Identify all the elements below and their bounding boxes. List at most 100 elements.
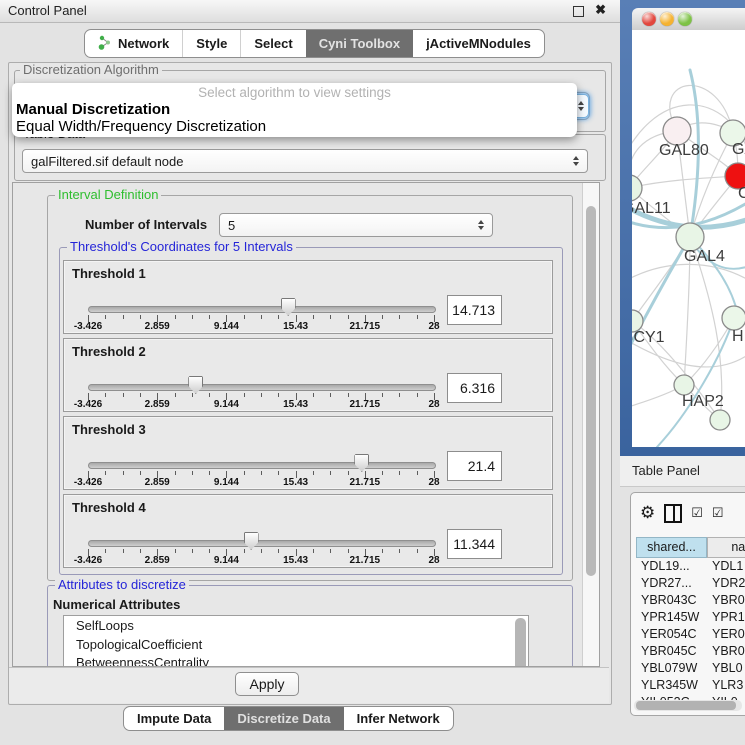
float-window-icon[interactable] bbox=[573, 6, 584, 17]
attribute-item[interactable]: TopologicalCoefficient bbox=[64, 635, 528, 654]
attribute-item[interactable]: BetweennessCentrality bbox=[64, 653, 528, 667]
threshold-value-field[interactable]: 21.4 bbox=[447, 451, 502, 481]
slider-tick bbox=[330, 549, 331, 553]
table-hscrollbar[interactable] bbox=[634, 700, 742, 711]
table-row[interactable]: YDL19...YDL1 bbox=[636, 558, 745, 575]
table-row[interactable]: YDR27...YDR2 bbox=[636, 575, 745, 592]
tab-infer-network[interactable]: Infer Network bbox=[344, 707, 453, 730]
table-cell[interactable]: YBR045C bbox=[636, 643, 707, 660]
table-cell[interactable]: YBR0 bbox=[707, 592, 745, 609]
tab-jactivemnodules[interactable]: jActiveMNodules bbox=[413, 30, 544, 57]
table-row[interactable]: YPR145WYPR1 bbox=[636, 609, 745, 626]
table-cell[interactable]: YER054C bbox=[636, 626, 707, 643]
apply-button[interactable]: Apply bbox=[235, 672, 299, 696]
number-of-intervals-combobox[interactable]: 5 bbox=[219, 213, 493, 237]
table-row[interactable]: YBL079WYBL0 bbox=[636, 660, 745, 677]
columns-icon[interactable] bbox=[664, 504, 682, 523]
network-node-gal4[interactable] bbox=[676, 223, 704, 251]
slider-thumb[interactable] bbox=[354, 454, 369, 472]
attribute-item[interactable]: SelfLoops bbox=[64, 616, 528, 635]
interval-definition-label: Interval Definition bbox=[55, 188, 161, 202]
table-cell[interactable]: YBR043C bbox=[636, 592, 707, 609]
tab-discretize-data[interactable]: Discretize Data bbox=[224, 707, 343, 730]
network-canvas[interactable]: GAL80GACGAL11GAL4GCY1HHAP2 bbox=[632, 30, 745, 447]
panel-title: Control Panel bbox=[8, 0, 87, 22]
network-node-hap2[interactable] bbox=[674, 375, 694, 395]
tab-select[interactable]: Select bbox=[240, 30, 305, 57]
slider-tick-label: 28 bbox=[428, 555, 439, 566]
minimize-button[interactable] bbox=[660, 12, 674, 26]
table-cell[interactable]: YBR0 bbox=[707, 643, 745, 660]
slider-track[interactable] bbox=[88, 462, 436, 469]
network-view-window[interactable]: GAL80GACGAL11GAL4GCY1HHAP2 bbox=[620, 0, 745, 456]
network-node-gal80[interactable] bbox=[663, 117, 691, 145]
slider-tick bbox=[313, 315, 314, 319]
threshold-slider[interactable]: -3.4262.8599.14415.4321.71528 bbox=[88, 339, 434, 413]
table-cell[interactable]: YDR27... bbox=[636, 575, 707, 592]
slider-tick bbox=[209, 549, 210, 553]
zoom-button[interactable] bbox=[678, 12, 692, 26]
slider-thumb[interactable] bbox=[188, 376, 203, 394]
slider-track[interactable] bbox=[88, 384, 436, 391]
close-button[interactable] bbox=[642, 12, 656, 26]
table-data-combobox[interactable]: galFiltered.sif default node bbox=[22, 149, 588, 173]
table-row[interactable]: YER054CYER0 bbox=[636, 626, 745, 643]
threshold-value-field[interactable]: 14.713 bbox=[447, 295, 502, 325]
column-header-name[interactable]: name bbox=[707, 537, 745, 558]
list-scrollbar-thumb[interactable] bbox=[515, 618, 526, 667]
slider-tick bbox=[140, 471, 141, 475]
table-row[interactable]: YBR043CYBR0 bbox=[636, 592, 745, 609]
algorithm-option[interactable]: Equal Width/Frequency Discretization bbox=[12, 118, 577, 135]
tab-label: Style bbox=[196, 36, 227, 51]
tab-network[interactable]: Network bbox=[85, 30, 182, 57]
slider-tick bbox=[382, 471, 383, 475]
threshold-slider[interactable]: -3.4262.8599.14415.4321.71528 bbox=[88, 261, 434, 335]
table-cell[interactable]: YPR1 bbox=[707, 609, 745, 626]
table-hscrollbar-thumb[interactable] bbox=[636, 701, 736, 710]
table-cell[interactable]: YDR2 bbox=[707, 575, 745, 592]
slider-tick bbox=[175, 393, 176, 397]
table-row[interactable]: YLR345WYLR3 bbox=[636, 677, 745, 694]
threshold-slider[interactable]: -3.4262.8599.14415.4321.71528 bbox=[88, 495, 434, 569]
threshold-slider[interactable]: -3.4262.8599.14415.4321.71528 bbox=[88, 417, 434, 491]
node-table: shared...name YDL19...YDL1YDR27...YDR2YB… bbox=[636, 537, 745, 700]
table-cell[interactable]: YLR345W bbox=[636, 677, 707, 694]
slider-tick bbox=[192, 471, 193, 475]
scrollbar-thumb[interactable] bbox=[586, 206, 596, 576]
close-icon[interactable]: ✖ bbox=[595, 2, 606, 18]
slider-tick-label: 28 bbox=[428, 477, 439, 488]
column-header-shared[interactable]: shared... bbox=[636, 537, 707, 558]
algorithm-option[interactable]: Manual Discretization bbox=[12, 101, 577, 118]
table-row[interactable]: YBR045CYBR0 bbox=[636, 643, 745, 660]
slider-tick bbox=[382, 549, 383, 553]
threshold-value-field[interactable]: 11.344 bbox=[447, 529, 502, 559]
tab-impute-data[interactable]: Impute Data bbox=[124, 707, 224, 730]
slider-thumb[interactable] bbox=[244, 532, 259, 550]
network-window-titlebar[interactable] bbox=[632, 8, 745, 31]
table-cell[interactable]: YBL079W bbox=[636, 660, 707, 677]
slider-tick bbox=[192, 549, 193, 553]
network-node-h[interactable] bbox=[722, 306, 745, 330]
slider-thumb[interactable] bbox=[281, 298, 296, 316]
tab-style[interactable]: Style bbox=[182, 30, 240, 57]
slider-track[interactable] bbox=[88, 306, 436, 313]
slider-track[interactable] bbox=[88, 540, 436, 547]
threshold-value-field[interactable]: 6.316 bbox=[447, 373, 502, 403]
gear-icon[interactable]: ⚙ bbox=[640, 503, 655, 523]
slider-tick bbox=[105, 315, 106, 319]
table-cell[interactable]: YDL19... bbox=[636, 558, 707, 575]
table-cell[interactable]: YER0 bbox=[707, 626, 745, 643]
attributes-list[interactable]: SelfLoopsTopologicalCoefficientBetweenne… bbox=[63, 615, 529, 667]
table-cell[interactable]: YPR145W bbox=[636, 609, 707, 626]
table-cell[interactable]: YDL1 bbox=[707, 558, 745, 575]
slider-tick bbox=[192, 315, 193, 319]
slider-tick bbox=[140, 393, 141, 397]
checkbox-icon[interactable]: ☑ bbox=[691, 505, 703, 521]
table-header-row: shared...name bbox=[636, 537, 745, 558]
network-node[interactable] bbox=[710, 410, 730, 430]
table-cell[interactable]: YBL0 bbox=[707, 660, 745, 677]
table-cell[interactable]: YLR3 bbox=[707, 677, 745, 694]
slider-tick-label: 15.43 bbox=[283, 555, 308, 566]
tab-cyni-toolbox[interactable]: Cyni Toolbox bbox=[306, 30, 413, 57]
checkbox-icon[interactable]: ☑ bbox=[712, 505, 724, 521]
